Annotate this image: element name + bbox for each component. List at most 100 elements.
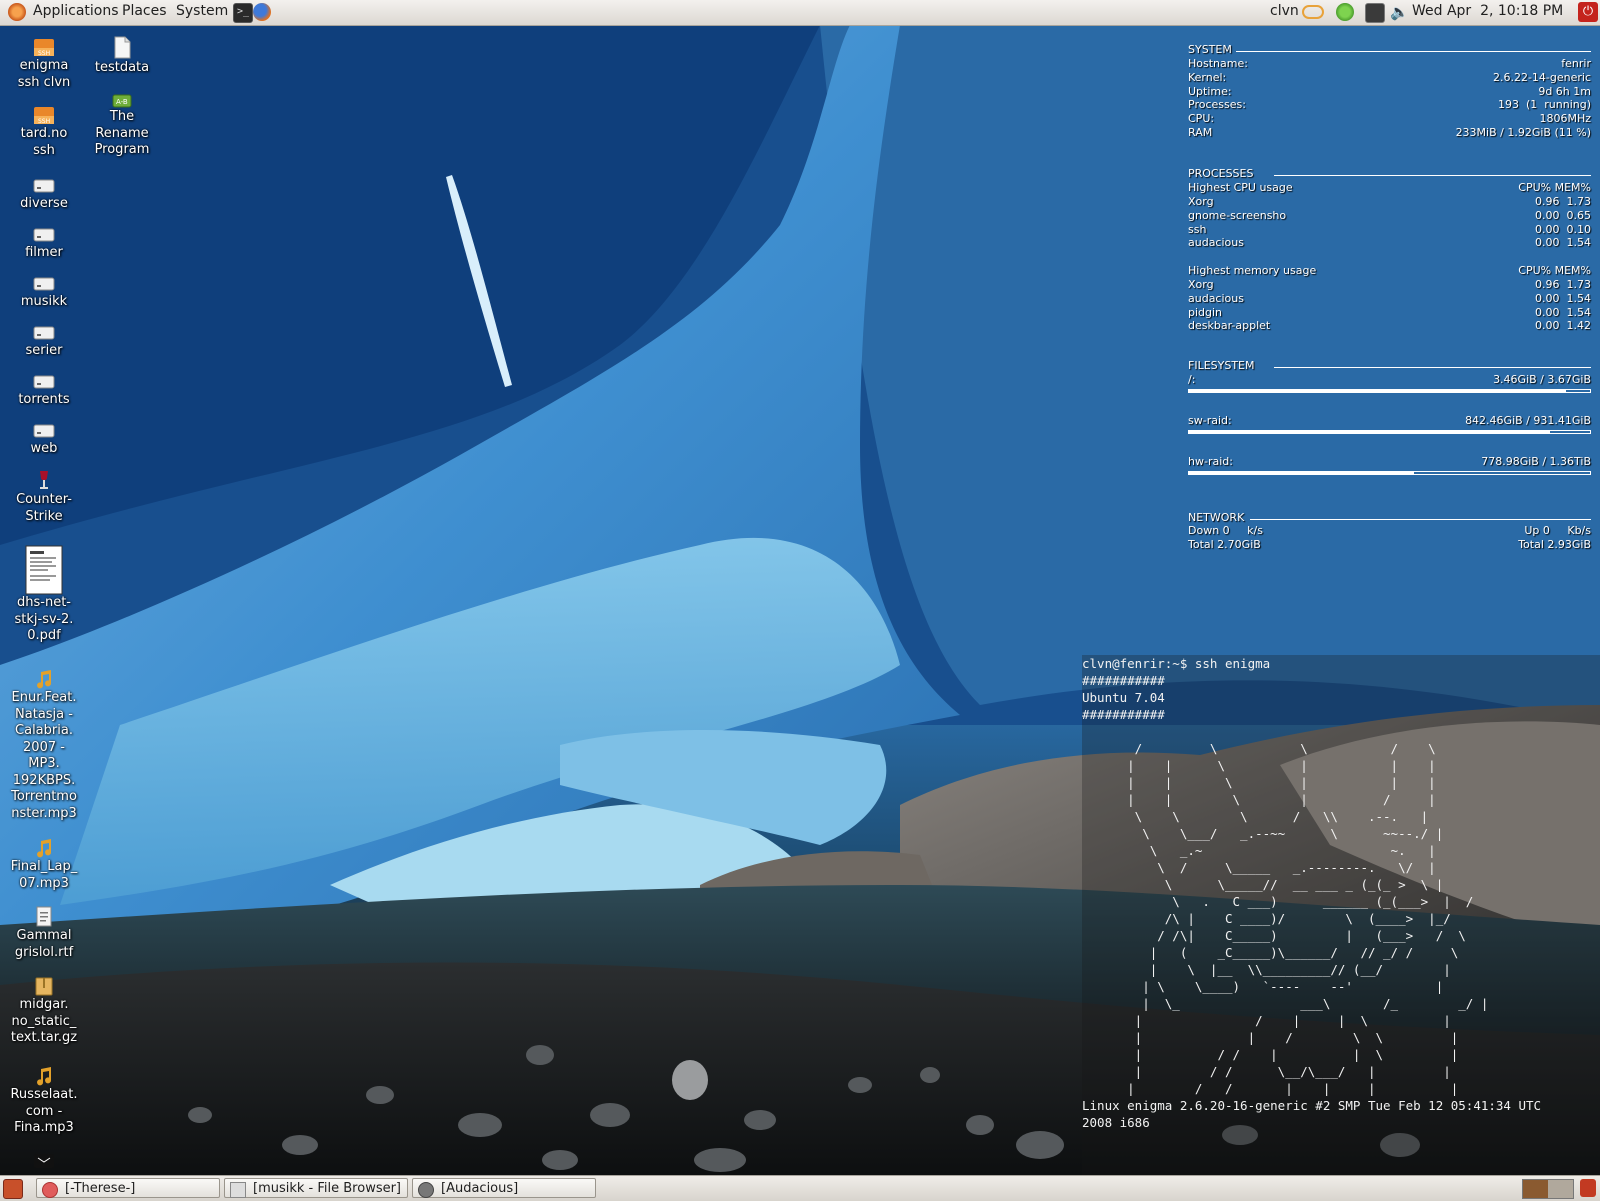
terminal-window[interactable]: clvn@fenrir:~$ ssh enigma ########### Ub…	[1082, 655, 1600, 1175]
desktop-icon-web[interactable]: web	[5, 421, 83, 458]
drive-icon	[33, 424, 55, 438]
applications-menu[interactable]: Applications	[33, 3, 119, 19]
mount-usage: 842.46GiB / 931.41GiB	[1465, 414, 1591, 427]
desktop-icon-midgar-tar[interactable]: midgar. no_static_ text.tar.gz	[5, 975, 83, 1047]
conky-row: Processes: 193 (1 running)	[1188, 98, 1591, 112]
places-menu[interactable]: Places	[122, 3, 167, 19]
section-divider	[1250, 519, 1591, 520]
system-info-value: 193 (1 running)	[1497, 98, 1591, 112]
process-usage: 0.00 1.42	[1535, 319, 1591, 333]
desktop-icon-label: Final_Lap_ 07.mp3	[10, 859, 78, 891]
system-info-value: 1806MHz	[1539, 112, 1591, 126]
desktop-icon-final-lap-mp3[interactable]: Final_Lap_ 07.mp3	[5, 837, 83, 892]
desktop-icon-enur-mp3[interactable]: Enur.Feat. Natasja - Calabria. 2007 - MP…	[5, 668, 83, 822]
desktop-icon-label: testdata	[94, 60, 150, 75]
process-usage: 0.00 1.54	[1535, 305, 1591, 319]
desktop-icon-dhs-pdf[interactable]: dhs-net- stkj-sv-2. 0.pdf	[5, 545, 83, 645]
user-name[interactable]: clvn	[1270, 3, 1299, 19]
desktop-icon-label: diverse	[20, 196, 68, 211]
desktop-icon-tard-ssh[interactable]: SSH tard.no ssh	[5, 104, 83, 159]
desktop-icon-diverse[interactable]: diverse	[5, 176, 83, 213]
pidgin-status-icon[interactable]	[1336, 3, 1354, 21]
shutdown-icon[interactable]: ⏻	[1578, 2, 1598, 22]
system-menu[interactable]: System	[176, 3, 228, 19]
clock[interactable]: Wed Apr 2, 10:18 PM	[1412, 3, 1563, 19]
sync-icon[interactable]	[1302, 5, 1324, 19]
disk-usage-fill	[1189, 431, 1550, 433]
terminal-launcher-icon[interactable]: >_	[233, 3, 253, 23]
network-up-rate: Up 0 Kb/s	[1524, 524, 1591, 537]
conky-row: Uptime: 9d 6h 1m	[1188, 85, 1591, 99]
disk-usage-fill	[1189, 390, 1566, 392]
system-info-label: Hostname:	[1188, 57, 1248, 70]
volume-icon[interactable]: 🔈	[1390, 3, 1409, 21]
process-name: audacious	[1188, 291, 1244, 305]
process-name: Xorg	[1188, 195, 1214, 208]
process-usage: 0.00 0.65	[1535, 208, 1591, 222]
network-monitor-icon[interactable]	[1365, 3, 1385, 23]
show-desktop-icon[interactable]	[3, 1179, 23, 1199]
desktop-icon-torrents[interactable]: torrents	[5, 372, 83, 409]
trash-icon[interactable]	[1580, 1179, 1596, 1197]
system-info-label: RAM	[1188, 126, 1213, 139]
conky-row: sw-raid: 842.46GiB / 931.41GiB	[1188, 414, 1591, 428]
bottom-panel: [-Therese-] [musikk - File Browser] [Aud…	[0, 1175, 1600, 1201]
ubuntu-logo-icon[interactable]	[8, 3, 26, 21]
system-info-value: fenrir	[1561, 57, 1591, 70]
filesystem-section-title: FILESYSTEM	[1188, 359, 1255, 372]
desktop-icon-counter-strike[interactable]: Counter- Strike	[5, 468, 83, 525]
wine-icon	[40, 471, 48, 489]
desktop-icon-label: Russelaat. com - Fina.mp3	[10, 1087, 78, 1135]
file-icon	[114, 36, 131, 59]
desktop-icon-enigma-ssh[interactable]: SSH enigma ssh clvn	[5, 36, 83, 91]
conky-row: Xorg 0.96 1.73	[1188, 278, 1591, 292]
system-info-value: 9d 6h 1m	[1538, 84, 1591, 98]
system-info-label: CPU:	[1188, 112, 1215, 126]
partial-desktop-icon[interactable]	[32, 1152, 56, 1168]
conky-row: ssh 0.00 0.10	[1188, 223, 1591, 237]
document-icon	[36, 906, 52, 927]
desktop-icon-rename-program[interactable]: A-B The Rename Program	[83, 93, 161, 159]
firefox-launcher-icon[interactable]	[253, 3, 271, 21]
mount-label: /:	[1188, 373, 1196, 386]
desktop-icon-filmer[interactable]: filmer	[5, 225, 83, 262]
pidgin-icon	[42, 1182, 58, 1198]
taskbar-item-file-browser[interactable]: [musikk - File Browser]	[224, 1178, 408, 1198]
desktop-icon-label: filmer	[25, 245, 63, 260]
section-divider	[1274, 175, 1591, 176]
process-name: deskbar-applet	[1188, 319, 1271, 333]
desktop-icon-testdata[interactable]: testdata	[83, 36, 161, 77]
music-note-icon	[37, 839, 52, 858]
conky-row: gnome-screensho 0.00 0.65	[1188, 209, 1591, 223]
workspace-switcher[interactable]	[1522, 1179, 1574, 1199]
taskbar-item-audacious[interactable]: [Audacious]	[412, 1178, 596, 1198]
taskbar-item-therese[interactable]: [-Therese-]	[36, 1178, 220, 1198]
mount-usage: 778.98GiB / 1.36TiB	[1481, 455, 1591, 468]
desktop-icon-label: musikk	[20, 294, 68, 309]
desktop-icon-gammal-rtf[interactable]: Gammal grislol.rtf	[5, 906, 83, 961]
desktop-icon-serier[interactable]: serier	[5, 323, 83, 360]
network-total-up: Total 2.93GiB	[1518, 538, 1591, 551]
svg-text:A-B: A-B	[116, 98, 128, 106]
program-icon: A-B	[112, 94, 132, 108]
audacious-icon	[418, 1182, 434, 1198]
disk-usage-bar	[1188, 471, 1591, 475]
drive-icon	[33, 375, 55, 389]
desktop-icon-label: Gammal grislol.rtf	[14, 928, 74, 960]
desktop-icon-russelaat-mp3[interactable]: Russelaat. com - Fina.mp3	[5, 1065, 83, 1137]
system-info-label: Uptime:	[1188, 84, 1232, 98]
workspace-1[interactable]	[1523, 1180, 1548, 1198]
desktop-icon-label: dhs-net- stkj-sv-2. 0.pdf	[14, 595, 74, 643]
network-total-row: Total 2.70GiB Total 2.93GiB	[1188, 538, 1591, 552]
conky-row: /: 3.46GiB / 3.67GiB	[1188, 373, 1591, 387]
music-note-icon	[37, 670, 52, 689]
desktop-icon-musikk[interactable]: musikk	[5, 274, 83, 311]
process-usage: 0.00 1.54	[1535, 236, 1591, 250]
process-name: gnome-screensho	[1188, 208, 1287, 222]
svg-text:SSH: SSH	[38, 118, 50, 125]
file-browser-icon	[230, 1182, 246, 1198]
processes-section-title: PROCESSES	[1188, 167, 1254, 180]
disk-usage-bar	[1188, 389, 1591, 393]
desktop-icon-label: web	[30, 441, 58, 456]
drive-icon	[33, 277, 55, 291]
